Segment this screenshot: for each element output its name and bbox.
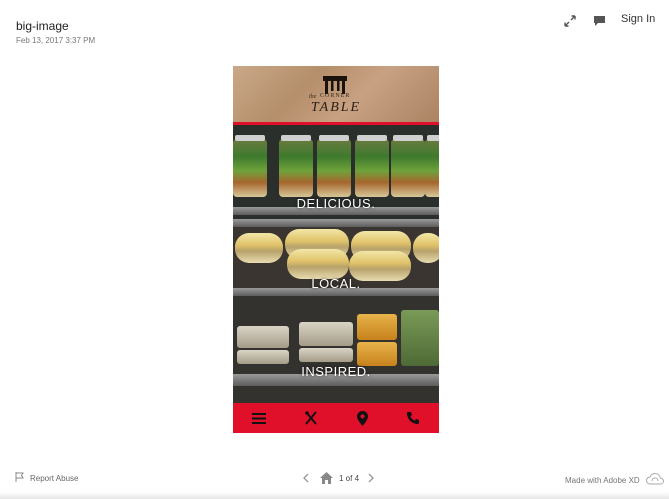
creative-cloud-icon: [645, 472, 664, 488]
brand-name: TABLE: [310, 100, 362, 115]
previous-page-icon[interactable]: [300, 471, 312, 485]
artboard-title: big-image: [16, 19, 69, 33]
location-pin-icon[interactable]: [354, 410, 370, 426]
bottom-nav-bar: [233, 403, 439, 433]
made-with-xd: Made with Adobe XD: [565, 472, 664, 488]
pager: 1 of 4: [300, 470, 377, 486]
comment-icon[interactable]: [590, 12, 608, 30]
phone-icon[interactable]: [405, 410, 421, 426]
artboard-preview: the CORNER TABLE DELICIOUS. LOCAL. INSPI…: [233, 66, 439, 433]
bottom-shadow: [0, 492, 669, 499]
brand-corner: CORNER: [320, 93, 351, 99]
flag-icon: [15, 472, 25, 484]
brand-banner: the CORNER TABLE: [233, 66, 439, 123]
next-page-icon[interactable]: [365, 471, 377, 485]
sign-in-link[interactable]: Sign In: [621, 13, 655, 25]
report-abuse-label: Report Abuse: [30, 473, 79, 483]
tagline-inspired: INSPIRED.: [301, 364, 371, 379]
utensils-icon[interactable]: [303, 410, 319, 426]
expand-icon[interactable]: [561, 12, 579, 30]
report-abuse-link[interactable]: Report Abuse: [15, 472, 78, 484]
made-with-label: Made with Adobe XD: [565, 476, 640, 485]
home-icon[interactable]: [318, 471, 334, 485]
tagline-local: LOCAL.: [311, 276, 361, 291]
artboard-date: Feb 13, 2017 3:37 PM: [16, 36, 96, 45]
page-indicator: 1 of 4: [339, 473, 360, 483]
photo-prepared-meals: [233, 296, 439, 403]
menu-icon[interactable]: [251, 410, 267, 426]
tagline-delicious: DELICIOUS.: [296, 196, 376, 211]
